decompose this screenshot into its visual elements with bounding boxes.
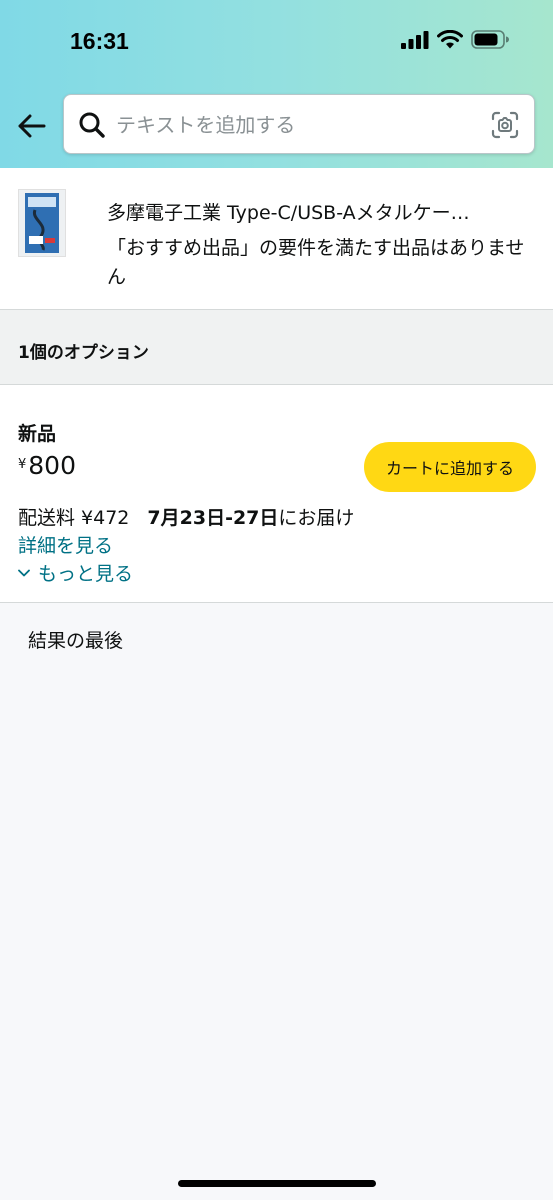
- back-button[interactable]: [14, 108, 50, 144]
- battery-icon: [471, 30, 509, 49]
- show-more-link[interactable]: もっと見る: [18, 559, 133, 586]
- details-link[interactable]: 詳細を見る: [18, 531, 113, 558]
- search-box[interactable]: [63, 94, 535, 154]
- options-count-label: 1個のオプション: [18, 343, 149, 363]
- product-package-icon: [19, 190, 65, 256]
- product-image[interactable]: [18, 189, 66, 257]
- offer-condition: 新品: [18, 423, 57, 445]
- search-input[interactable]: [116, 105, 476, 145]
- shipping-fee: 配送料 ¥472: [18, 507, 130, 529]
- back-arrow-icon: [18, 114, 46, 138]
- status-time: 16:31: [70, 28, 129, 54]
- options-header: 1個のオプション: [0, 310, 553, 385]
- chevron-down-icon: [18, 569, 30, 576]
- offer-price: ¥ 800: [18, 451, 76, 480]
- offer-card: 新品 ¥ 800 カートに追加する 配送料 ¥472 7月23日-27日にお届け …: [0, 385, 553, 603]
- product-title[interactable]: 多摩電子工業 Type-C/USB-Aメタルケー…: [107, 198, 527, 225]
- delivery-suffix: にお届け: [278, 507, 355, 529]
- wifi-icon: [437, 30, 463, 49]
- search-icon: [79, 112, 105, 138]
- home-indicator[interactable]: [178, 1180, 376, 1187]
- recommended-offer-note: 「おすすめ出品」の要件を満たす出品はありません: [107, 237, 525, 288]
- currency-symbol: ¥: [18, 457, 27, 472]
- cellular-signal-icon: [401, 30, 429, 49]
- app-header: 16:31: [0, 0, 553, 168]
- add-to-cart-button[interactable]: カートに追加する: [364, 442, 536, 492]
- end-of-results: 結果の最後: [28, 630, 124, 652]
- camera-scan-icon[interactable]: [490, 110, 520, 140]
- price-value: 800: [28, 451, 76, 480]
- product-summary: 多摩電子工業 Type-C/USB-Aメタルケー… 「おすすめ出品」の要件を満た…: [0, 168, 553, 310]
- delivery-date: 7月23日-27日: [147, 507, 279, 529]
- status-icons: [401, 30, 509, 49]
- delivery-info: 配送料 ¥472 7月23日-27日にお届け: [18, 503, 354, 530]
- show-more-label: もっと見る: [38, 563, 134, 585]
